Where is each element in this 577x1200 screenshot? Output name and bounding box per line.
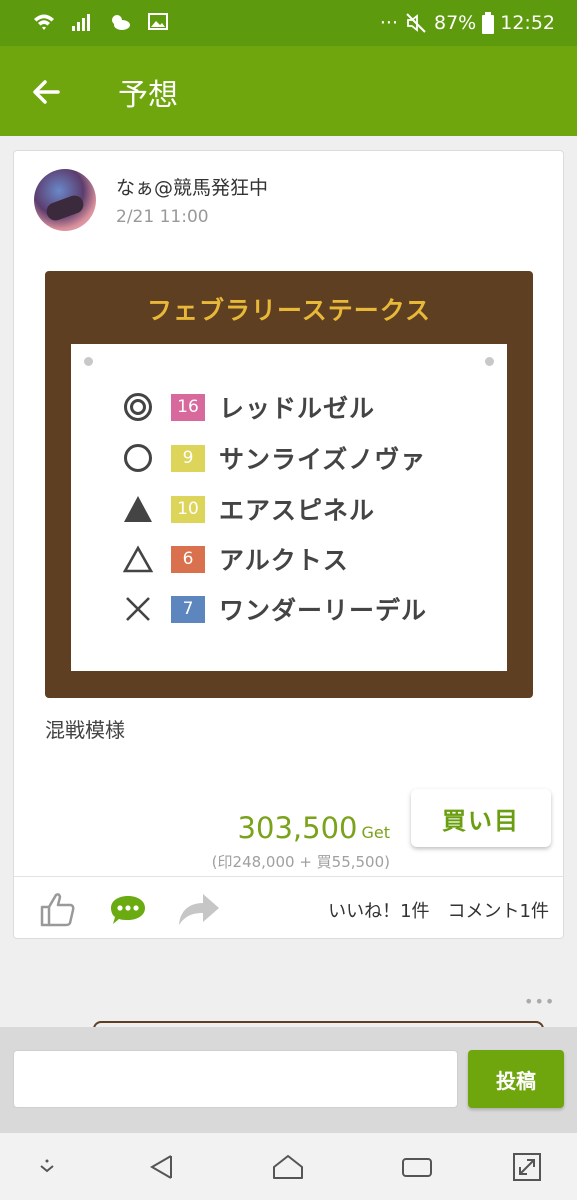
- back-triangle-icon[interactable]: [145, 1150, 179, 1184]
- nav-down-icon[interactable]: [30, 1150, 64, 1184]
- app-bar: 予想: [0, 46, 577, 136]
- comment-composer: 投稿: [0, 1027, 577, 1133]
- avatar[interactable]: [34, 169, 96, 231]
- expand-icon[interactable]: [510, 1150, 544, 1184]
- battery-icon: [482, 12, 495, 34]
- horse-name: レッドルゼル: [219, 394, 376, 423]
- pick-row: 9 サンライズノヴァ: [121, 438, 426, 478]
- pick-row: 7 ワンダーリーデル: [121, 589, 427, 629]
- horse-name: アルクトス: [219, 546, 349, 575]
- cross-icon: [121, 592, 155, 626]
- image-icon: [148, 13, 168, 30]
- comment-input[interactable]: [13, 1050, 458, 1108]
- status-dots: ···: [379, 12, 398, 34]
- prize-unit: Get: [361, 823, 390, 842]
- page-title: 予想: [118, 78, 178, 113]
- post-timestamp: 2/21 11:00: [116, 207, 209, 227]
- buy-list-button[interactable]: 買い目: [411, 789, 551, 847]
- arrow-left-icon[interactable]: [28, 74, 64, 110]
- horse-name: サンライズノヴァ: [219, 445, 427, 474]
- post-button[interactable]: 投稿: [468, 1050, 564, 1108]
- wifi-icon: [34, 14, 54, 30]
- system-nav-bar: [0, 1133, 577, 1200]
- username[interactable]: なぁ@競馬発狂中: [116, 173, 268, 200]
- prediction-board: フェブラリーステークス 16 レッドルゼル 9 サンライズノヴァ 10 エアスピ…: [45, 271, 533, 698]
- thumbs-up-icon[interactable]: [38, 889, 78, 929]
- horse-number: 9: [171, 444, 205, 472]
- mute-icon: [406, 13, 426, 33]
- post-comment: 混戦模様: [45, 718, 125, 742]
- filled-triangle-icon: [121, 492, 155, 526]
- horse-name: エアスピネル: [219, 496, 376, 525]
- reaction-counts[interactable]: いいね！1件 コメント1件: [328, 897, 549, 923]
- double-circle-icon: [121, 390, 155, 424]
- recents-icon[interactable]: [400, 1150, 434, 1184]
- prize-amount: 303,500 Get: [238, 811, 390, 845]
- triangle-icon: [121, 542, 155, 576]
- pin-icon: [485, 357, 494, 366]
- pick-row: 6 アルクトス: [121, 539, 349, 579]
- prize-value: 303,500: [237, 811, 358, 845]
- prediction-card: なぁ@競馬発狂中 2/21 11:00 フェブラリーステークス 16 レッドルゼ…: [13, 150, 564, 939]
- picks-paper: 16 レッドルゼル 9 サンライズノヴァ 10 エアスピネル 6 アルクトス 7: [71, 344, 507, 671]
- horse-name: ワンダーリーデル: [219, 596, 428, 625]
- comment-bubble-icon[interactable]: [109, 889, 147, 929]
- circle-icon: [121, 441, 155, 475]
- signal-icon: [72, 14, 90, 31]
- battery-level: 87%: [434, 12, 477, 34]
- prize-detail: (印248,000 + 買55,500): [211, 853, 390, 871]
- divider: [14, 876, 563, 877]
- weather-icon: [112, 15, 130, 30]
- status-bar: ··· 87% 12:52: [0, 0, 577, 46]
- horse-number: 16: [171, 393, 205, 421]
- share-arrow-icon[interactable]: [177, 889, 221, 929]
- horse-number: 7: [171, 595, 205, 623]
- horse-number: 10: [171, 495, 205, 523]
- race-name: フェブラリーステークス: [146, 296, 431, 325]
- pick-row: 10 エアスピネル: [121, 489, 375, 529]
- home-icon[interactable]: [271, 1150, 305, 1184]
- clock: 12:52: [500, 12, 555, 34]
- more-icon[interactable]: •••: [524, 992, 555, 1011]
- pin-icon: [84, 357, 93, 366]
- pick-row: 16 レッドルゼル: [121, 387, 375, 427]
- horse-number: 6: [171, 545, 205, 573]
